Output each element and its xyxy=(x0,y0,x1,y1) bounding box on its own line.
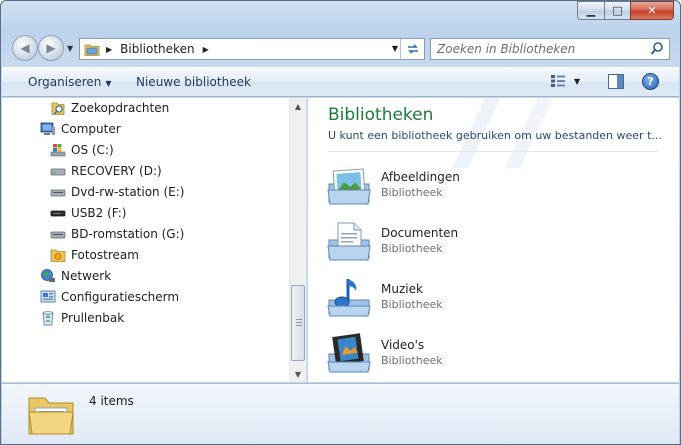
libraries-folder-icon xyxy=(84,44,100,56)
library-type: Bibliotheek xyxy=(381,186,443,199)
tree-item-searches[interactable]: Zoekopdrachten xyxy=(50,98,169,118)
command-bar: Organiseren ▼ Nieuwe bibliotheek ▼ ? xyxy=(2,67,679,97)
tree-item-label: Netwerk xyxy=(61,269,112,283)
computer-icon xyxy=(40,122,55,135)
tree-item-label: BD-romstation (G:) xyxy=(71,227,185,241)
back-button[interactable]: ◀ xyxy=(12,35,38,61)
library-name: Muziek xyxy=(381,282,423,296)
usb-drive-icon xyxy=(50,210,66,217)
preview-pane-button[interactable] xyxy=(608,74,624,89)
saved-search-icon xyxy=(51,102,65,115)
library-item-pictures[interactable]: Afbeeldingen Bibliotheek xyxy=(326,164,646,216)
tree-item-drive-c[interactable]: OS (C:) xyxy=(50,140,114,160)
refresh-icon xyxy=(407,44,418,54)
library-name: Video's xyxy=(381,338,425,352)
page-title: Bibliotheken xyxy=(328,105,434,125)
address-bar[interactable]: ▶ Bibliotheken ▶ ▼ xyxy=(79,38,425,60)
pictures-library-icon xyxy=(327,168,371,205)
tree-item-recycle-bin[interactable]: Prullenbak xyxy=(40,308,124,328)
library-name: Documenten xyxy=(381,226,459,240)
recycle-bin-icon xyxy=(42,311,54,326)
library-item-documents[interactable]: Documenten Bibliotheek xyxy=(326,220,646,272)
refresh-button[interactable] xyxy=(400,39,424,59)
library-name: Afbeeldingen xyxy=(381,170,460,184)
search-box[interactable] xyxy=(430,38,670,60)
minimize-button[interactable]: ▁ xyxy=(577,1,604,20)
change-view-button[interactable]: ▼ xyxy=(550,74,580,88)
documents-library-icon xyxy=(327,222,371,261)
library-type: Bibliotheek xyxy=(381,242,443,255)
videos-library-icon xyxy=(327,333,371,373)
windows-drive-icon xyxy=(50,144,66,157)
navigation-pane: Zoekopdrachten Computer OS (C:) RECOVERY… xyxy=(2,98,307,382)
library-type: Bibliotheek xyxy=(381,298,443,311)
tree-item-photostream[interactable]: Fotostream xyxy=(50,245,139,265)
tree-item-label: Computer xyxy=(61,122,121,136)
tree-item-label: Zoekopdrachten xyxy=(71,101,170,115)
control-panel-icon xyxy=(40,290,56,303)
divider xyxy=(328,151,658,152)
tree-item-network[interactable]: Netwerk xyxy=(40,266,111,286)
help-button[interactable]: ? xyxy=(642,73,659,90)
breadcrumb-item[interactable]: Bibliotheken xyxy=(120,42,194,56)
library-item-videos[interactable]: Video's Bibliotheek xyxy=(326,332,646,382)
address-history-dropdown-icon[interactable]: ▼ xyxy=(392,44,398,53)
breadcrumb-separator-icon[interactable]: ▶ xyxy=(106,45,112,54)
libraries-folder-icon xyxy=(28,397,74,435)
search-input[interactable] xyxy=(437,42,637,56)
photostream-icon xyxy=(50,249,66,262)
forward-button[interactable]: ▶ xyxy=(38,35,64,61)
library-type: Bibliotheek xyxy=(381,354,443,367)
chevron-down-icon: ▼ xyxy=(574,76,581,86)
recent-pages-dropdown[interactable]: ▼ xyxy=(67,44,73,53)
bd-drive-icon xyxy=(50,231,66,239)
scrollbar-thumb[interactable] xyxy=(291,285,305,361)
details-pane: 4 items xyxy=(2,383,679,444)
tree-item-label: USB2 (F:) xyxy=(71,206,127,220)
organize-label: Organiseren xyxy=(28,75,102,89)
tree-item-drive-e[interactable]: Dvd-rw-station (E:) xyxy=(50,182,184,202)
maximize-button[interactable]: □ xyxy=(604,1,630,20)
music-library-icon xyxy=(327,279,371,317)
drive-icon xyxy=(50,168,66,176)
breadcrumb-chevron-icon[interactable]: ▶ xyxy=(203,45,209,54)
libraries-content-pane: Bibliotheken U kunt een bibliotheek gebr… xyxy=(308,98,679,382)
page-subtitle: U kunt een bibliotheek gebruiken om uw b… xyxy=(328,129,662,142)
tree-item-drive-g[interactable]: BD-romstation (G:) xyxy=(50,224,184,244)
tree-item-label: Dvd-rw-station (E:) xyxy=(71,185,185,199)
caption-buttons: ▁ □ ✕ xyxy=(577,1,674,20)
tree-item-label: RECOVERY (D:) xyxy=(71,164,162,178)
chevron-down-icon: ▼ xyxy=(105,79,112,88)
network-icon xyxy=(41,269,55,282)
library-item-music[interactable]: Muziek Bibliotheek xyxy=(326,276,646,328)
organize-menu-button[interactable]: Organiseren ▼ xyxy=(28,75,112,89)
tree-item-label: Configuratiescherm xyxy=(61,290,180,304)
tree-item-drive-d[interactable]: RECOVERY (D:) xyxy=(50,161,162,181)
tree-item-drive-f[interactable]: USB2 (F:) xyxy=(50,203,126,223)
tree-item-computer[interactable]: Computer xyxy=(40,119,121,139)
scroll-down-icon[interactable]: ▼ xyxy=(290,366,306,382)
item-count: 4 items xyxy=(89,394,134,408)
tree-item-control-panel[interactable]: Configuratiescherm xyxy=(40,287,179,307)
search-icon[interactable] xyxy=(650,41,664,57)
explorer-window: ▁ □ ✕ ◀ ▶ ▼ ▶ Bibliotheken ▶ ▼ Orga xyxy=(0,0,681,445)
dvd-drive-icon xyxy=(50,189,66,197)
tree-item-label: Prullenbak xyxy=(61,311,125,325)
tree-item-label: OS (C:) xyxy=(71,143,114,157)
scroll-up-icon[interactable]: ▲ xyxy=(290,98,306,114)
view-details-icon xyxy=(551,75,565,87)
new-library-button[interactable]: Nieuwe bibliotheek xyxy=(136,75,251,89)
close-button[interactable]: ✕ xyxy=(630,1,674,20)
navigation-scrollbar[interactable]: ▲ ▼ xyxy=(289,98,306,382)
tree-item-label: Fotostream xyxy=(71,248,139,262)
forward-arrow-icon: ▶ xyxy=(46,41,56,55)
back-arrow-icon: ◀ xyxy=(20,41,30,55)
